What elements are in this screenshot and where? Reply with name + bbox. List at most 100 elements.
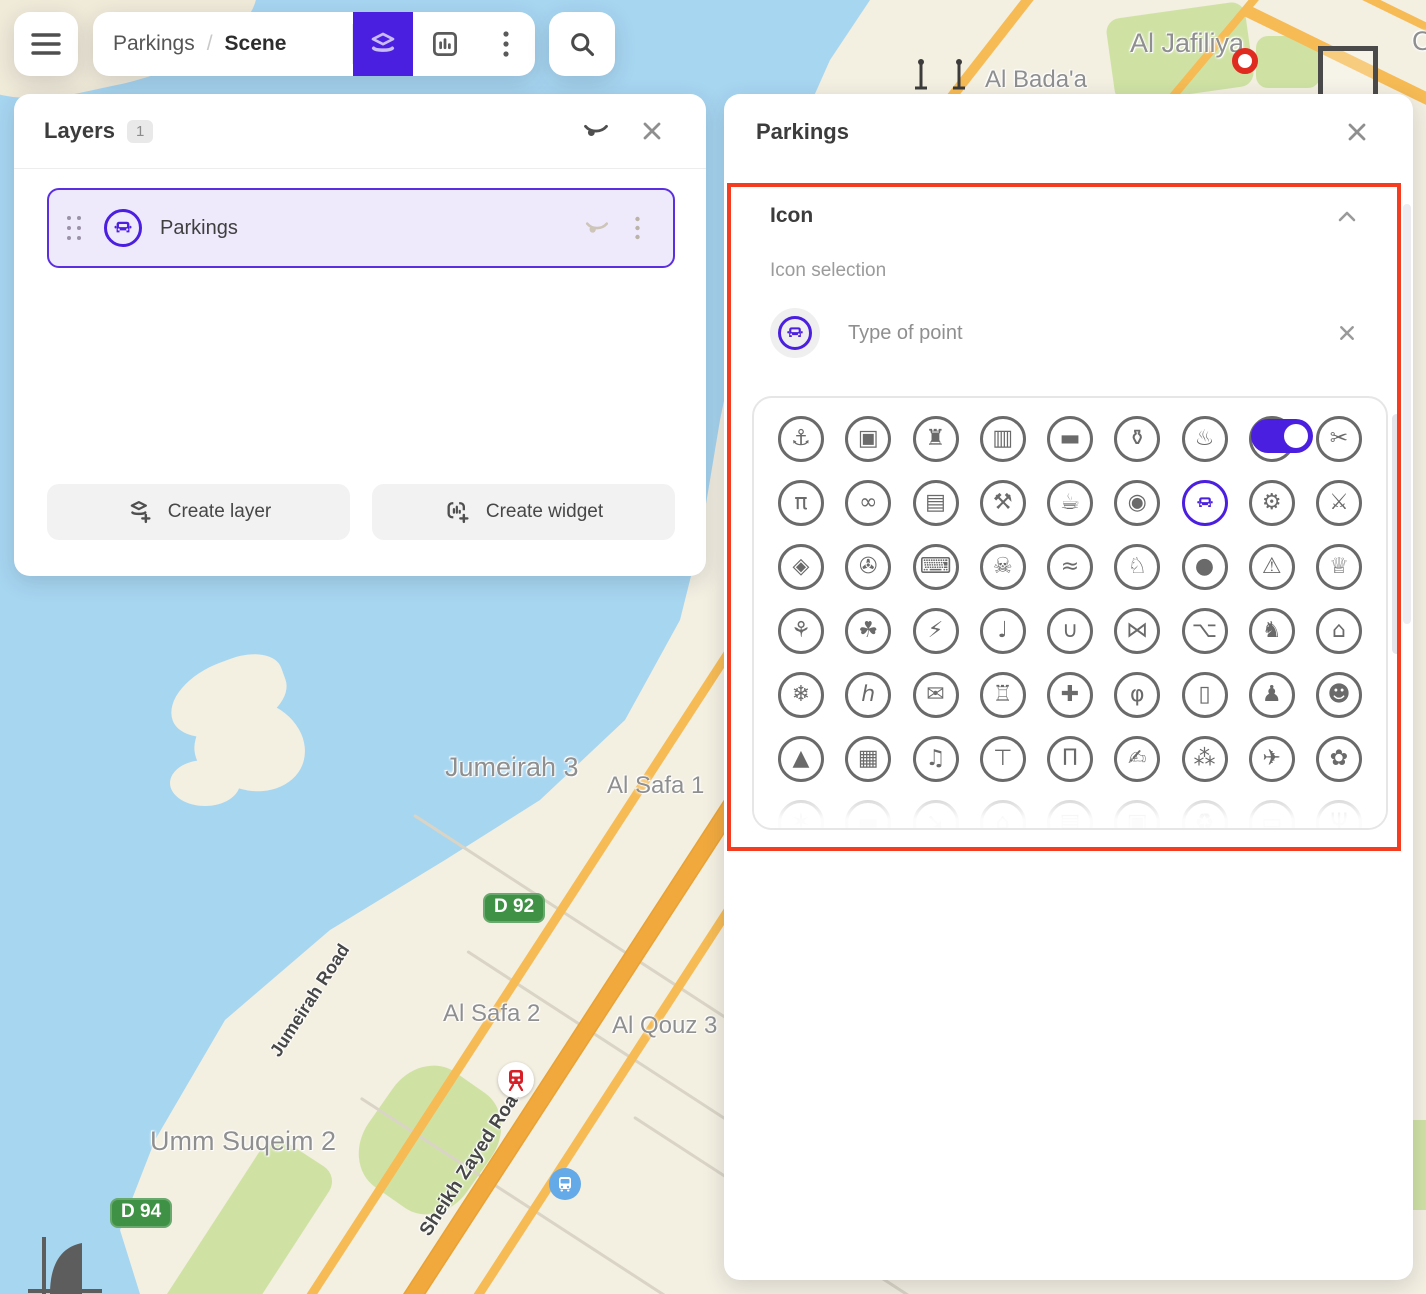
widgets-tool-button[interactable]	[413, 12, 477, 76]
icon-option-nature[interactable]: ☘	[845, 608, 891, 654]
close-layers-panel-button[interactable]	[628, 107, 676, 155]
icon-option-danger[interactable]: ☠	[980, 544, 1026, 590]
icon-option-bank-card[interactable]: ▬	[1047, 416, 1093, 462]
icon-option-market[interactable]: ♖	[980, 672, 1026, 718]
icon-option-payment[interactable]: ✍	[1114, 736, 1160, 782]
road-shield: D 92	[483, 893, 545, 923]
icon-option-bbq[interactable]: ♨	[1182, 416, 1228, 462]
icon-option-library[interactable]: ▤	[913, 480, 959, 526]
panel-divider	[14, 168, 706, 169]
layer-more-button[interactable]	[619, 206, 655, 250]
icon-option-bar[interactable]: ⚱	[1114, 416, 1160, 462]
burj-al-arab-icon	[6, 1232, 116, 1294]
icon-option-massage[interactable]: ℎ	[845, 672, 891, 718]
icon-option-fuel[interactable]: ⚡	[913, 608, 959, 654]
icon-option-water[interactable]: ●	[1182, 544, 1228, 590]
icon-option-microphone[interactable]: φ	[1114, 672, 1160, 718]
layer-visibility-button[interactable]	[575, 206, 619, 250]
icon-option-mobile[interactable]: ▯	[1182, 672, 1228, 718]
icon-option-clothes[interactable]: ⌥	[1182, 608, 1228, 654]
icon-option-computer[interactable]: ⌨	[913, 544, 959, 590]
icon-option-gym[interactable]: ⋈	[1114, 608, 1160, 654]
icon-option-car[interactable]	[1182, 480, 1228, 526]
map-label: O	[1412, 26, 1426, 57]
layer-car-icon	[104, 209, 142, 247]
icon-option-hospital[interactable]: ⌂	[1316, 608, 1362, 654]
menu-button[interactable]	[14, 12, 78, 76]
icon-option-bench[interactable]: π	[778, 480, 824, 526]
layers-tool-button[interactable]	[353, 12, 413, 76]
create-layer-button[interactable]: Create layer	[47, 484, 350, 540]
icon-option-medical[interactable]: ✚	[1047, 672, 1093, 718]
icon-option-office[interactable]: ▦	[845, 736, 891, 782]
icon-option-sofa[interactable]: ▭	[1249, 800, 1295, 830]
icon-option-factory[interactable]: ⌂	[980, 800, 1026, 830]
icon-option-tag[interactable]: ▬	[845, 800, 891, 830]
toggle-all-visibility-button[interactable]	[572, 107, 620, 155]
create-widget-button[interactable]: Create widget	[372, 484, 675, 540]
icon-option-photo[interactable]: ◉	[1114, 480, 1160, 526]
icon-option-cinema[interactable]: ✇	[845, 544, 891, 590]
search-button[interactable]	[549, 12, 615, 76]
icon-option-restaurant[interactable]: Ψ	[1316, 800, 1362, 830]
icon-option-clipboard[interactable]: ▣	[1114, 800, 1160, 830]
icon-option-horse[interactable]: ♞	[1249, 608, 1295, 654]
icon-option-diving[interactable]: ≈	[1047, 544, 1093, 590]
icon-option-mountain[interactable]: ▲	[778, 736, 824, 782]
icon-option-attraction[interactable]: ♜	[913, 416, 959, 462]
breadcrumb-parent[interactable]: Parkings	[113, 32, 195, 56]
map-label: Umm Suqeim 2	[150, 1126, 336, 1157]
icon-option-car-parts[interactable]: ⚙	[1249, 480, 1295, 526]
icon-option-emergency[interactable]: ⚠	[1249, 544, 1295, 590]
map-canvas[interactable]: Al Jafiliya Al Bada'a O Jumeirah 3 Al Sa…	[0, 0, 1426, 1294]
map-label: Al Safa 2	[443, 1000, 540, 1028]
icon-option-bicycle[interactable]: ∞	[845, 480, 891, 526]
icon-option-flowers[interactable]: ⚘	[778, 608, 824, 654]
icon-option-barbershop[interactable]: ✂	[1316, 416, 1362, 462]
icon-option-laundry[interactable]: ▣	[845, 416, 891, 462]
icon-option-car-repair[interactable]: ⚔	[1316, 480, 1362, 526]
clear-icon-selection-button[interactable]	[1327, 313, 1367, 353]
icon-section-title: Icon	[770, 204, 1327, 228]
drag-handle-icon[interactable]	[67, 216, 82, 240]
icon-option-airport[interactable]: ✈	[1249, 736, 1295, 782]
icon-option-recycling[interactable]: ♻	[1182, 800, 1228, 830]
collapse-icon-section-button[interactable]	[1327, 196, 1367, 236]
icon-option-oil[interactable]: ⊤	[980, 736, 1026, 782]
toggle-knob	[1284, 424, 1308, 448]
kebab-icon	[635, 216, 640, 240]
more-options-button[interactable]	[477, 12, 535, 76]
breadcrumb-current[interactable]: Scene	[225, 32, 287, 56]
icon-option-grocery[interactable]: ∪	[1047, 608, 1093, 654]
icon-option-offroad[interactable]: ◈	[778, 544, 824, 590]
layer-row-parkings[interactable]: Parkings	[47, 188, 675, 268]
close-icon	[1346, 121, 1368, 143]
icon-option-atm[interactable]: ▥	[980, 416, 1026, 462]
icon-type-combobox[interactable]: Type of point	[724, 308, 1413, 358]
icon-option-marina[interactable]: ⚓	[778, 416, 824, 462]
icon-option-dog[interactable]: ♘	[1114, 544, 1160, 590]
icon-option-museum[interactable]: Π	[1047, 736, 1093, 782]
eye-icon	[584, 217, 610, 239]
icon-option-printer[interactable]: ▤	[1047, 800, 1093, 830]
outline-toggle[interactable]	[1251, 419, 1313, 453]
icon-option-music[interactable]: ♫	[913, 736, 959, 782]
panel-scrollbar[interactable]	[1403, 204, 1411, 624]
icon-option-person[interactable]: ♟	[1249, 672, 1295, 718]
icon-option-playground[interactable]: ➘	[913, 800, 959, 830]
icon-option-mail[interactable]: ✉	[913, 672, 959, 718]
icon-option-star[interactable]: ✶	[778, 800, 824, 830]
icon-option-theater[interactable]: ☻	[1316, 672, 1362, 718]
bus-stop-marker[interactable]	[549, 1168, 581, 1200]
close-settings-panel-button[interactable]	[1333, 108, 1381, 156]
icon-option-construction[interactable]: ⚒	[980, 480, 1026, 526]
search-icon	[568, 30, 596, 58]
icon-option-cafe[interactable]: ☕	[1047, 480, 1093, 526]
icon-option-pets[interactable]: ⁂	[1182, 736, 1228, 782]
icon-option-ice-rink[interactable]: ❄	[778, 672, 824, 718]
grid-scrollbar[interactable]	[1392, 414, 1401, 654]
icon-option-plant[interactable]: ✿	[1316, 736, 1362, 782]
icon-option-golf[interactable]: ♩	[980, 608, 1026, 654]
icon-option-monument[interactable]: ♕	[1316, 544, 1362, 590]
metro-station-marker[interactable]	[498, 1062, 534, 1098]
